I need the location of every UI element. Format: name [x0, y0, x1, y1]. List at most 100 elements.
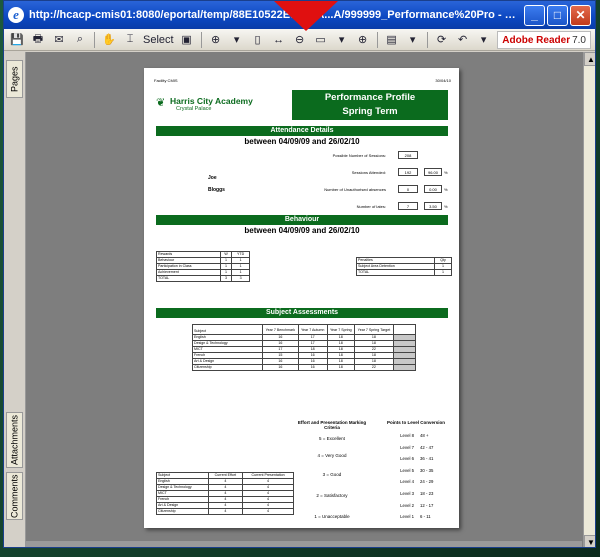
table-cell: 18 [326, 364, 355, 371]
snapshot-icon[interactable]: ▣ [178, 31, 196, 49]
search-icon[interactable]: ⌕ [71, 31, 89, 49]
tab-attachments[interactable]: Attachments [6, 412, 23, 468]
horizontal-scrollbar[interactable] [26, 541, 582, 547]
table-cell: 3 [219, 275, 233, 282]
report-title: Performance Profile [324, 92, 416, 103]
scroll-down-icon[interactable]: ▼ [584, 535, 595, 547]
hand-tool-icon[interactable]: ✋ [100, 31, 118, 49]
student-first-name: Joe [208, 175, 217, 181]
table-row: TOTAL 3 3 [156, 275, 250, 282]
email-icon[interactable]: ✉ [50, 31, 68, 49]
table-cell: Citizenship [192, 364, 263, 371]
sessions-attended-percent: 96.00 [424, 168, 442, 176]
level-name: Level 7 [400, 444, 414, 450]
level-range: 24 - 29 [420, 479, 434, 485]
report-date: 30/04/10 [435, 78, 451, 83]
effort-item: 3 = Good [322, 472, 342, 477]
fit-width-icon[interactable]: ↔ [270, 31, 288, 49]
chevron-down-icon[interactable]: ▾ [404, 31, 422, 49]
zoom-in-icon[interactable]: ⊕ [207, 31, 225, 49]
reader-version: 7.0 [572, 34, 586, 46]
rotate-icon[interactable]: ⟳ [433, 31, 451, 49]
effort-item: 4 = Very Good [317, 453, 347, 458]
logo-swirl-icon: ❦ [156, 97, 166, 109]
percent-sign: % [444, 170, 448, 175]
table-header: Year 7 Spring Target [353, 324, 395, 335]
chevron-down-icon[interactable]: ▾ [228, 31, 246, 49]
level-range: 18 - 23 [420, 490, 434, 496]
unauthorised-label: Number of Unauthorised absences [324, 187, 386, 192]
reader-toolbar: 💾 🖶 ✉ ⌕ ✋ ⌶ Select ▣ ⊕ ▾ ▯ ↔ ⊖ ▭ ▾ ⊕ ▤ ▾… [4, 29, 595, 51]
maximize-button[interactable]: □ [547, 4, 568, 26]
scroll-up-icon[interactable]: ▲ [584, 52, 595, 66]
zoom-out-icon[interactable]: ⊖ [291, 31, 309, 49]
subject-assessments-table: Subject Year 7 Benchmark Year 7 Autumn Y… [192, 324, 416, 371]
save-icon[interactable]: 💾 [8, 31, 26, 49]
list-item: Level 8 48 + [378, 430, 454, 442]
tab-comments[interactable]: Comments [6, 472, 23, 520]
close-button[interactable]: ✕ [570, 4, 591, 26]
level-range: 48 + [420, 433, 429, 438]
level-range: 30 - 35 [420, 467, 434, 473]
select-tool-icon[interactable]: ⌶ [121, 31, 139, 49]
level-name: Level 4 [400, 479, 414, 485]
points-conversion-title: Points to Level Conversion [386, 420, 445, 425]
lates-percent: 3.50 [424, 202, 442, 210]
rewards-table: Rewards W YTD Behaviour 1 1 Participation … [156, 251, 250, 282]
level-range: 42 - 47 [420, 444, 434, 450]
print-icon[interactable]: 🖶 [29, 31, 47, 49]
sessions-attended-value: 192 [398, 168, 418, 176]
select-tool-label[interactable]: Select [142, 31, 175, 49]
table-cell: 16 [262, 364, 299, 371]
page-layout-icon[interactable]: ▤ [383, 31, 401, 49]
table-header: Subject [192, 324, 263, 335]
chevron-down-icon[interactable]: ▾ [333, 31, 351, 49]
zoom-box-icon[interactable]: ▭ [312, 31, 330, 49]
level-name: Level 8 [400, 433, 414, 438]
percent-sign: % [444, 187, 448, 192]
penalties-table: Penalties Qty Subject Area Detention 1 TO… [355, 257, 452, 276]
level-name: Level 1 [400, 514, 414, 520]
document-viewport[interactable]: Pages Attachments Comments ▲ ▼ Facility … [4, 52, 595, 547]
table-cell: 4 [207, 508, 244, 515]
internet-explorer-icon: e [8, 7, 24, 23]
list-item: Level 2 12 - 17 [378, 500, 454, 512]
student-last-name: Bloggs [208, 187, 225, 193]
level-range: 36 - 41 [420, 456, 434, 462]
effort-item: 5 = Excellent [319, 436, 345, 441]
list-item: Level 3 18 - 23 [378, 488, 454, 500]
table-cell: TOTAL [156, 275, 221, 282]
table-cell: 3 [231, 275, 250, 282]
lates-label: Number of lates: [356, 204, 386, 209]
zoom-circle-icon[interactable]: ⊕ [354, 31, 372, 49]
possible-sessions-value: 208 [398, 151, 418, 159]
undo-icon[interactable]: ↶ [454, 31, 472, 49]
tab-pages[interactable]: Pages [6, 60, 23, 98]
level-name: Level 5 [400, 467, 414, 473]
table-cell: 1 [434, 269, 452, 276]
adobe-reader-logo: Adobe Reader 7.0 [497, 31, 591, 49]
level-range: 6 - 11 [420, 514, 431, 520]
reader-brand: Adobe Reader [502, 34, 571, 46]
fit-page-icon[interactable]: ▯ [249, 31, 267, 49]
list-item: Level 4 24 - 29 [378, 476, 454, 488]
table-cell: TOTAL [355, 269, 436, 276]
points-conversion-list: Level 8 48 + Level 7 42 - 47 Level 6 36 - 4… [378, 430, 454, 523]
list-item: Level 1 6 - 11 [378, 511, 454, 523]
minimize-button[interactable]: _ [524, 4, 545, 26]
behaviour-range: between 04/09/09 and 26/02/10 [244, 226, 360, 235]
effort-criteria-title: Effort and Presentation Marking Criteria [297, 420, 367, 430]
chevron-down-icon[interactable]: ▾ [475, 31, 493, 49]
table-header [393, 324, 416, 335]
table-row: TOTAL 1 [355, 269, 452, 276]
unauthorised-percent: 0.00 [424, 185, 442, 193]
toolbar-divider [376, 31, 378, 48]
attendance-header: Attendance Details [156, 126, 448, 136]
table-cell: 4 [242, 508, 294, 515]
table-cell: 22 [353, 364, 395, 371]
level-range: 12 - 17 [420, 502, 434, 508]
logo-name: Harris City Academy [170, 96, 253, 106]
effort-item: 1 = Unacceptable [314, 514, 350, 519]
table-header: Year 7 Benchmark [262, 324, 299, 335]
vertical-scrollbar[interactable]: ▲ ▼ [583, 52, 595, 547]
